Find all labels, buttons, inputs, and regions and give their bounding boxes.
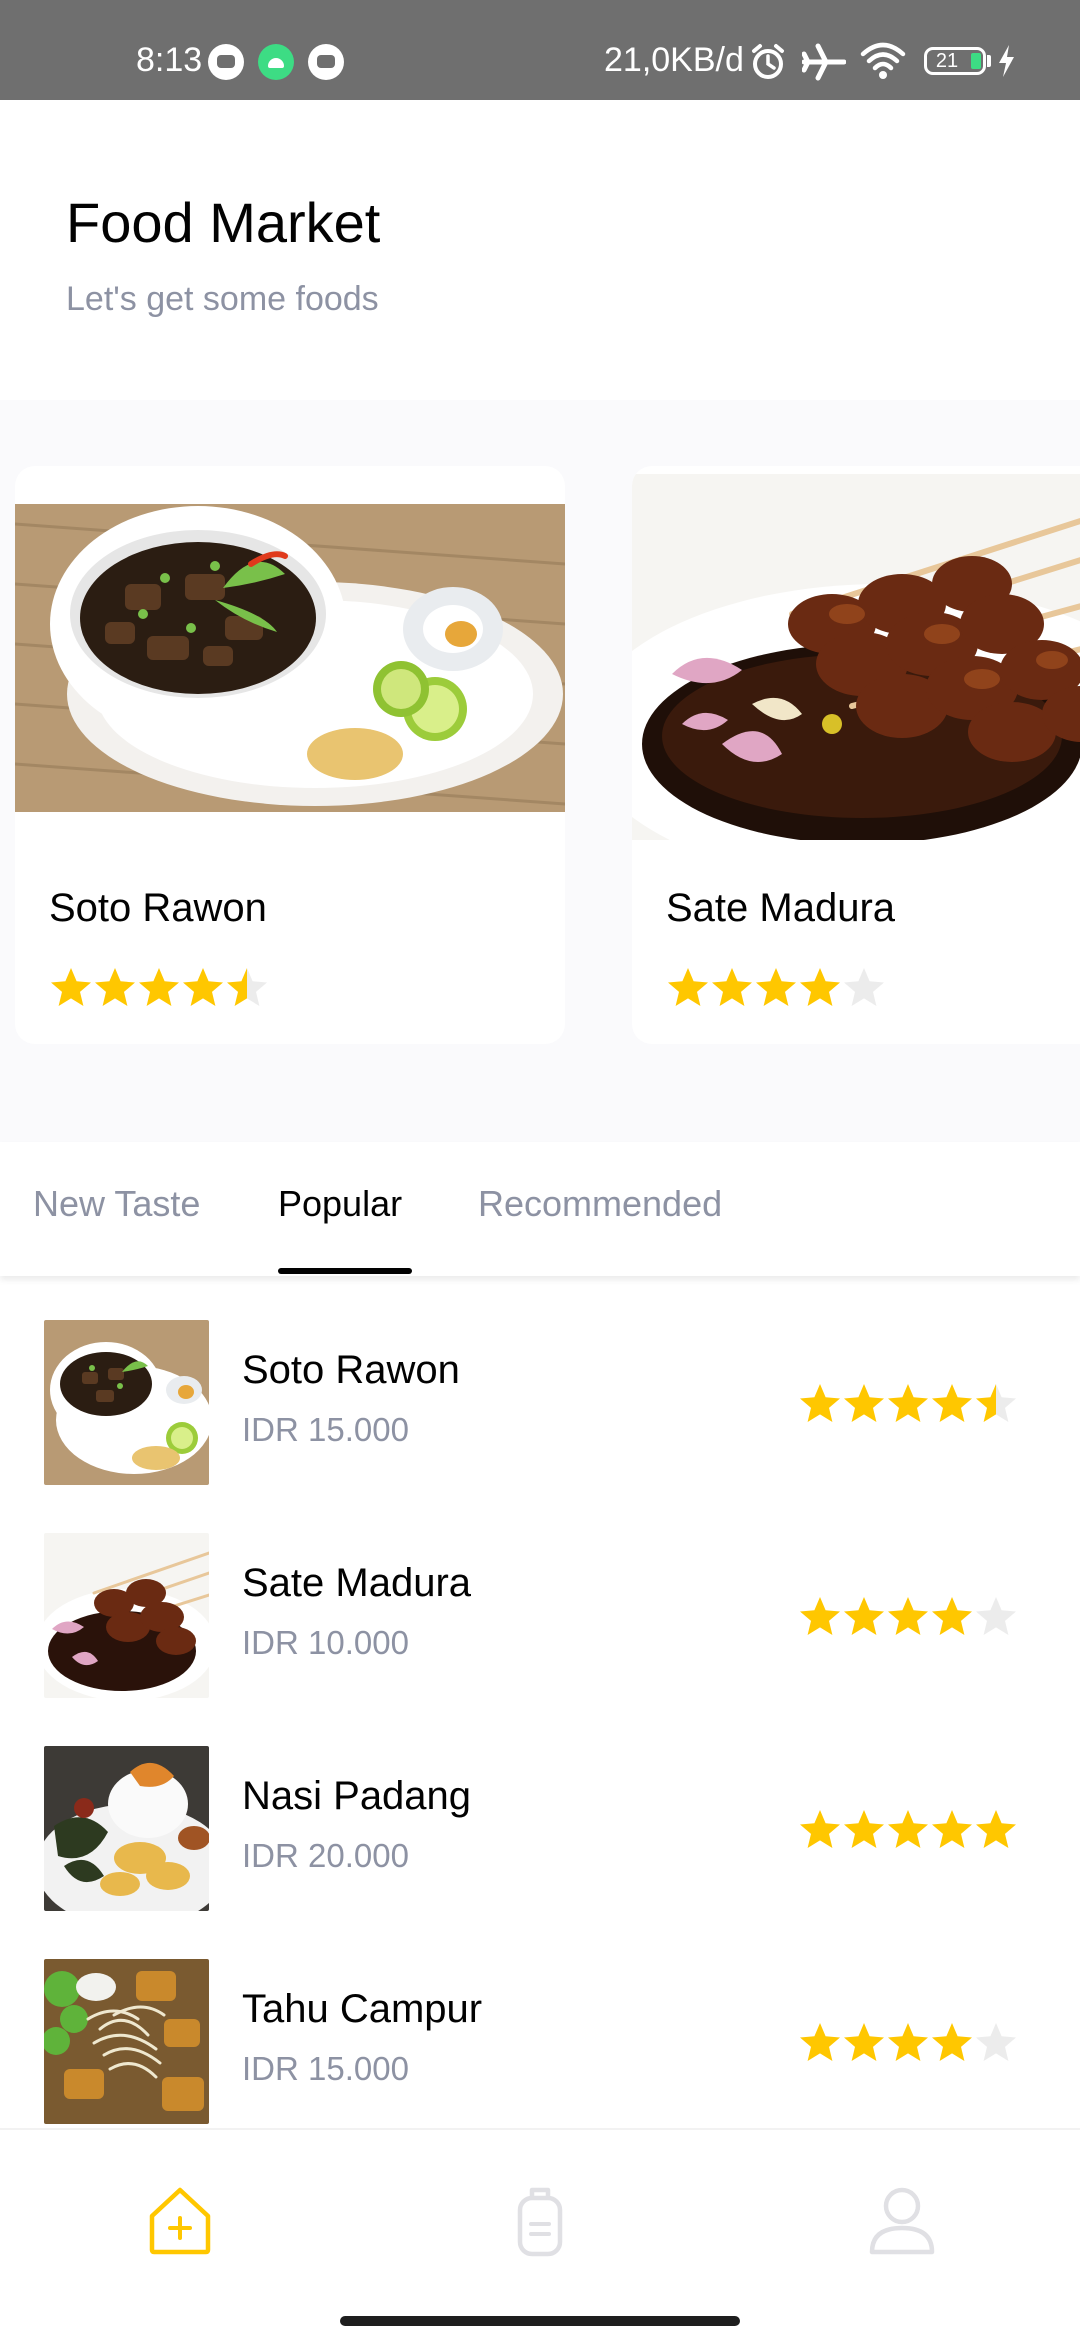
alarm-icon (752, 44, 784, 79)
sate-madura-photo (44, 1533, 209, 1698)
star-filled-icon (712, 968, 752, 1006)
star-rating (798, 1595, 1018, 1639)
list-item[interactable]: Tahu Campur IDR 15.000 (0, 1915, 1080, 2128)
category-tabs: New Taste Popular Recommended (0, 1142, 1080, 1276)
tab-new-taste[interactable]: New Taste (33, 1182, 200, 1226)
star-filled-icon (888, 1597, 928, 1635)
charging-icon (999, 45, 1014, 77)
star-empty-icon (976, 1597, 1016, 1635)
battery-tip (987, 55, 991, 67)
status-bar: 8:13 21,0KB/d 21 (0, 0, 1080, 100)
star-filled-icon (932, 1810, 972, 1848)
star-filled-icon (800, 1810, 840, 1848)
tab-popular[interactable]: Popular (278, 1182, 402, 1226)
android-icon (258, 44, 294, 80)
orders-icon[interactable] (500, 2180, 580, 2260)
star-filled-icon (932, 1384, 972, 1422)
app-notification-icon (308, 44, 344, 80)
food-name: Sate Madura (242, 1561, 472, 1605)
battery-icon: 21 (924, 47, 986, 75)
star-filled-icon (800, 2023, 840, 2061)
star-filled-icon (844, 2023, 884, 2061)
star-empty-icon (976, 2023, 1016, 2061)
soto-rawon-photo (15, 504, 565, 812)
tab-recommended[interactable]: Recommended (478, 1182, 722, 1226)
list-item[interactable]: Soto Rawon IDR 15.000 (0, 1276, 1080, 1489)
list-item[interactable]: Nasi Padang IDR 20.000 (0, 1702, 1080, 1915)
star-filled-icon (888, 1384, 928, 1422)
food-price: IDR 15.000 (242, 1411, 409, 1448)
bottom-navigation (0, 2128, 1080, 2340)
featured-card-name: Sate Madura (666, 886, 896, 930)
star-filled-icon (800, 1384, 840, 1422)
star-filled-icon (888, 1810, 928, 1848)
star-filled-icon (51, 968, 91, 1006)
app-notification-icon (208, 44, 244, 80)
star-filled-icon (932, 1597, 972, 1635)
featured-carousel[interactable]: Soto Rawon Sate Madura (0, 400, 1080, 1142)
food-name: Nasi Padang (242, 1774, 472, 1818)
home-icon[interactable] (140, 2180, 220, 2260)
star-filled-icon (844, 1597, 884, 1635)
star-filled-icon (844, 1384, 884, 1422)
star-rating (49, 966, 269, 1010)
star-filled-icon (932, 2023, 972, 2061)
star-filled-icon (95, 968, 135, 1006)
star-rating (798, 1382, 1018, 1426)
food-name: Tahu Campur (242, 1987, 483, 2031)
food-list[interactable]: Soto Rawon IDR 15.000 Sate Madura IDR 10… (0, 1276, 1080, 2128)
tahu-campur-photo (44, 1959, 209, 2124)
star-half-icon (976, 1384, 1016, 1422)
star-filled-icon (756, 968, 796, 1006)
soto-rawon-photo (44, 1320, 209, 1485)
wifi-icon (860, 42, 906, 79)
food-price: IDR 10.000 (242, 1624, 409, 1661)
star-filled-icon (139, 968, 179, 1006)
page-header: Food Market Let's get some foods (0, 100, 1080, 400)
network-speed: 21,0KB/d (604, 41, 744, 79)
profile-icon[interactable] (862, 2180, 942, 2260)
star-filled-icon (844, 1810, 884, 1848)
battery-level: 21 (935, 50, 959, 72)
star-half-icon (227, 968, 267, 1006)
star-rating (798, 2021, 1018, 2065)
status-time: 8:13 (136, 41, 203, 79)
food-price: IDR 15.000 (242, 2050, 409, 2087)
food-name: Soto Rawon (242, 1348, 460, 1392)
tab-active-indicator (278, 1268, 412, 1274)
gesture-home-indicator[interactable] (340, 2316, 740, 2326)
star-rating (798, 1808, 1018, 1852)
star-filled-icon (668, 968, 708, 1006)
list-item[interactable]: Sate Madura IDR 10.000 (0, 1489, 1080, 1702)
star-filled-icon (976, 1810, 1016, 1848)
page-title: Food Market (66, 191, 381, 254)
food-price: IDR 20.000 (242, 1837, 409, 1874)
star-filled-icon (800, 968, 840, 1006)
star-rating (666, 966, 886, 1010)
nasi-padang-photo (44, 1746, 209, 1911)
star-empty-icon (844, 968, 884, 1006)
sate-madura-photo (632, 474, 1080, 840)
featured-card[interactable]: Sate Madura (632, 466, 1080, 1044)
star-filled-icon (800, 1597, 840, 1635)
star-filled-icon (888, 2023, 928, 2061)
featured-card[interactable]: Soto Rawon (15, 466, 565, 1044)
featured-card-name: Soto Rawon (49, 886, 267, 930)
page-subtitle: Let's get some foods (66, 280, 379, 318)
star-filled-icon (183, 968, 223, 1006)
airplane-mode-icon (802, 43, 846, 81)
